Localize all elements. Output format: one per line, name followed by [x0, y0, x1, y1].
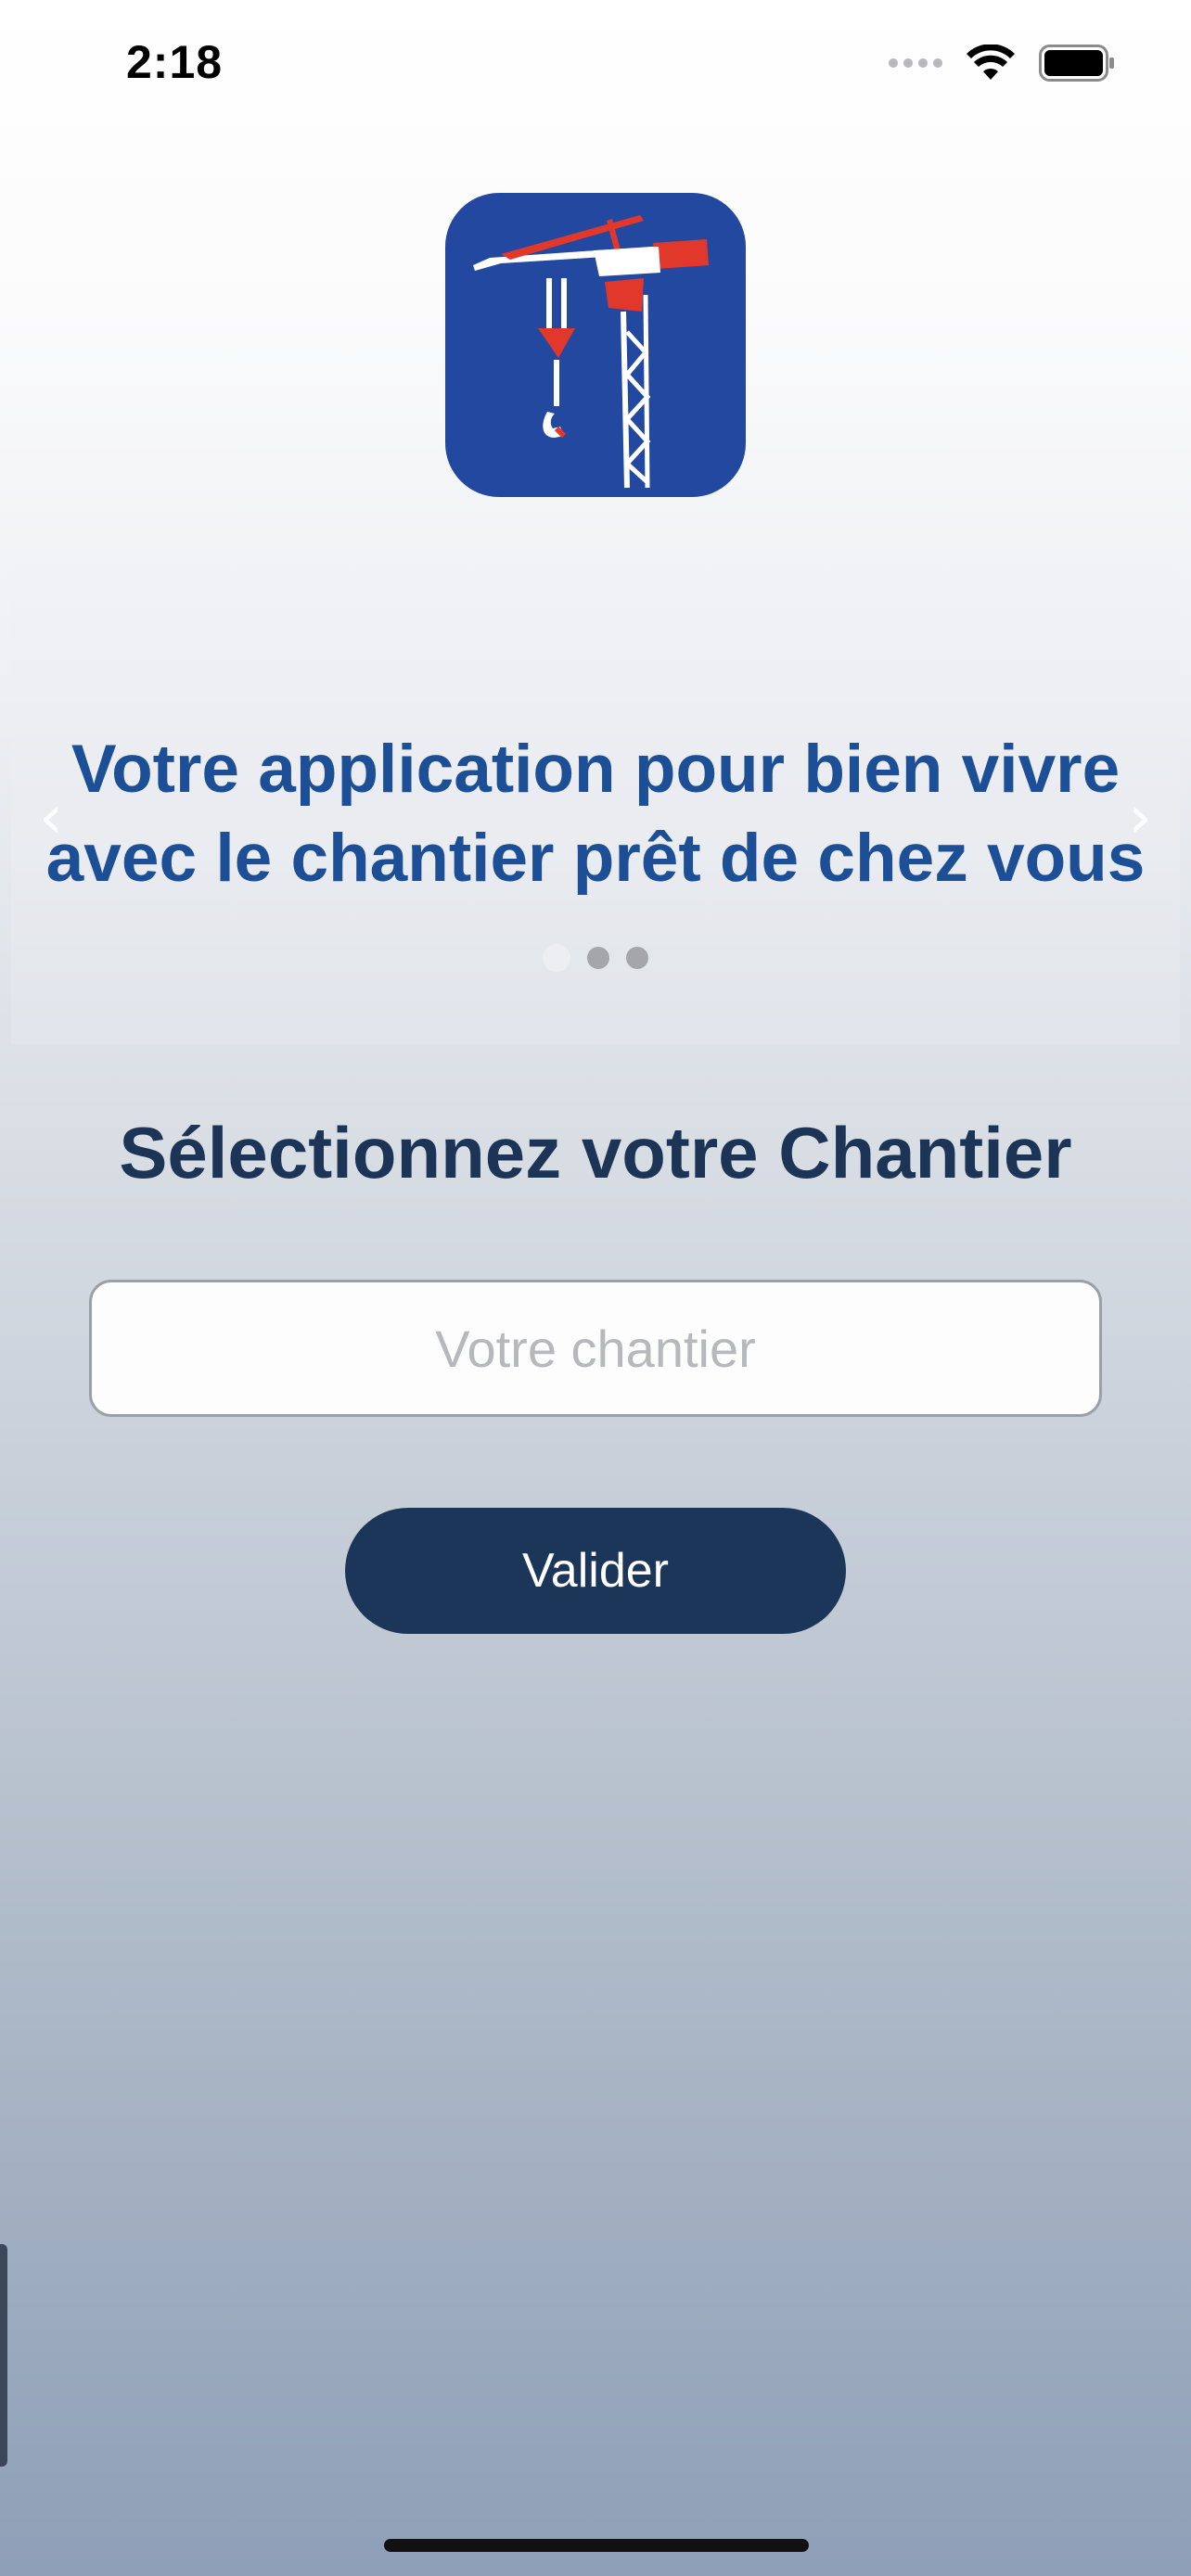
home-indicator[interactable] — [384, 2539, 809, 2552]
carousel-dot-3[interactable] — [626, 947, 648, 969]
slide-line-2: avec le chantier prêt de chez vous — [45, 821, 1146, 896]
carousel-pagination — [11, 944, 1180, 972]
carousel-dot-1[interactable] — [543, 944, 570, 972]
carousel-dot-2[interactable] — [587, 947, 609, 969]
app-logo — [445, 193, 746, 497]
slide-line-1: Votre application pour bien vivre — [70, 732, 1121, 807]
side-drawer-handle[interactable] — [0, 2244, 7, 2467]
onboarding-carousel[interactable]: ‹ › Votre application pour bien vivre av… — [11, 556, 1180, 1044]
chantier-input[interactable] — [89, 1280, 1102, 1417]
battery-icon — [1039, 45, 1114, 82]
carousel-slide-text: Votre application pour bien vivre avec l… — [11, 725, 1180, 903]
validate-button[interactable]: Valider — [345, 1508, 846, 1634]
status-time: 2:18 — [126, 36, 224, 88]
status-bar: 2:18 — [0, 0, 1191, 139]
wifi-icon — [967, 45, 1015, 80]
cellular-signal-icon — [889, 58, 942, 68]
page-title: Sélectionnez votre Chantier — [119, 1112, 1072, 1193]
status-icons — [889, 45, 1115, 82]
